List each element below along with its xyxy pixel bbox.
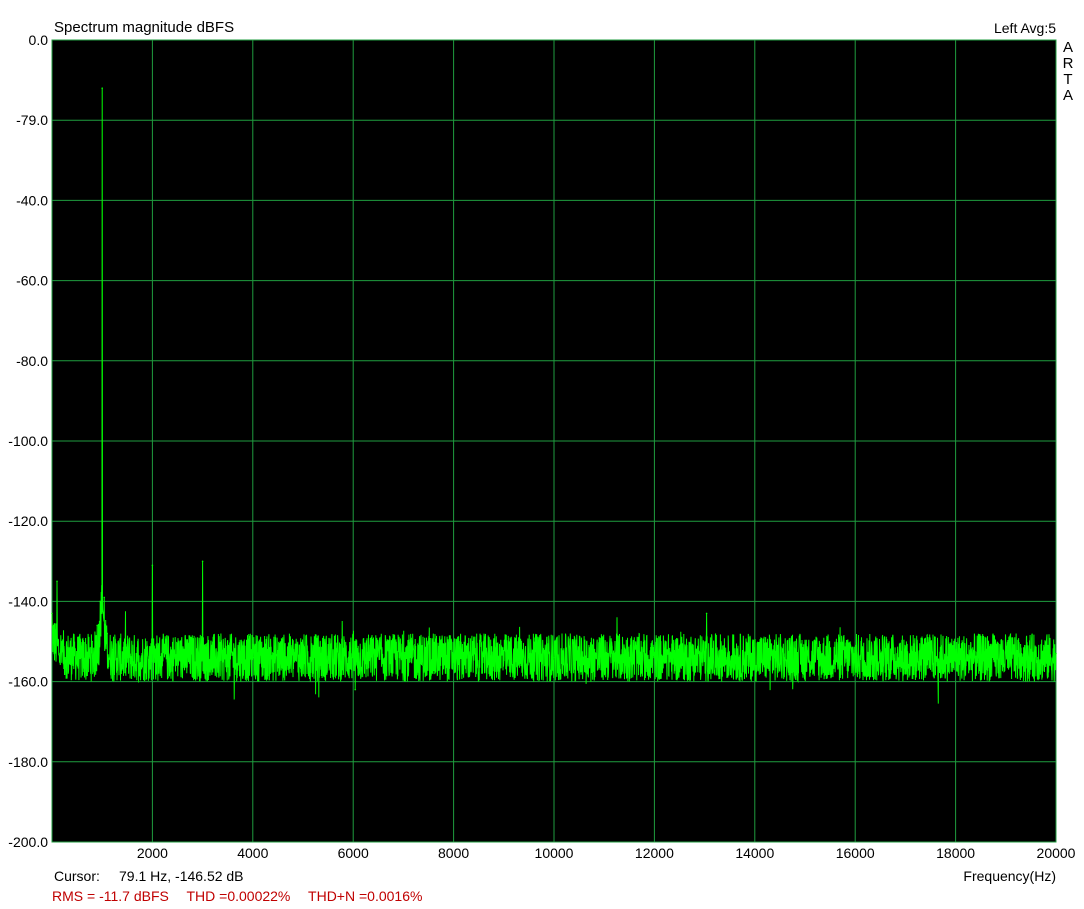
data-point [56,580,58,583]
thdn-value: THD+N =0.0016% [308,888,423,904]
y-tick-label: -160.0 [8,674,48,690]
data-point [201,652,203,655]
y-tick-label: -100.0 [8,433,48,449]
y-tick-label: -40.0 [16,192,48,208]
data-point [202,648,204,651]
cursor-label: Cursor: [54,868,100,884]
x-tick-label: 8000 [438,845,469,861]
y-tick-label: 0.0 [29,32,49,48]
data-point [103,596,106,599]
x-tick-label: 20000 [1037,845,1076,861]
data-point [51,612,53,615]
x-tick-label: 16000 [836,845,875,861]
data-point [754,656,756,659]
data-point [61,640,63,643]
y-tick-label: -120.0 [8,513,48,529]
x-tick-label: 18000 [936,845,975,861]
x-axis-ticks: 2000 4000 6000 8000 10000 12000 14000 16000 1800… [137,845,1076,861]
data-point [201,560,204,563]
y-axis-ticks: 0.0 -79.0 -40.0 -60.0 -80.0 -100.0 -120.0 -140.… [8,32,48,850]
data-point [71,648,73,651]
data-point [705,612,708,615]
data-point [354,688,357,691]
x-tick-label: 14000 [735,845,774,861]
data-point [96,624,98,627]
data-point [452,656,455,659]
x-tick-label: 6000 [338,845,369,861]
spectrum-plot[interactable]: 0.0 -79.0 -40.0 -60.0 -80.0 -100.0 -120.0 -140.… [0,0,1084,909]
cursor-readout: 79.1 Hz, -146.52 dB [119,868,244,884]
data-point [111,648,114,651]
x-axis-label: Frequency(Hz) [963,868,1056,884]
data-point [653,656,656,659]
data-point [352,656,355,659]
y-tick-label: -79.0 [16,112,48,128]
data-point [1055,652,1057,655]
data-point [106,632,109,635]
data-point [126,656,129,659]
data-point [99,600,101,603]
measurement-stats: RMS = -11.7 dBFS THD =0.00022% THD+N =0.… [52,888,436,904]
thd-value: THD =0.00022% [186,888,291,904]
data-point [954,652,957,655]
x-tick-label: 2000 [137,845,168,861]
data-point [81,656,83,659]
data-point [854,652,856,655]
y-tick-label: -180.0 [8,754,48,770]
data-point [151,564,154,567]
y-tick-label: -200.0 [8,834,48,850]
y-tick-label: -140.0 [8,593,48,609]
y-tick-label: -80.0 [16,353,48,369]
x-tick-label: 10000 [535,845,574,861]
data-point [553,656,555,659]
rms-value: RMS = -11.7 dBFS [52,888,169,904]
data-point [151,652,153,655]
x-tick-label: 12000 [635,845,674,861]
data-point [176,656,179,659]
data-point [101,87,103,89]
data-point [91,640,93,643]
y-tick-label: -60.0 [16,273,48,289]
data-point [703,656,706,659]
x-tick-label: 4000 [237,845,268,861]
data-point [152,648,154,651]
data-point [252,656,254,659]
